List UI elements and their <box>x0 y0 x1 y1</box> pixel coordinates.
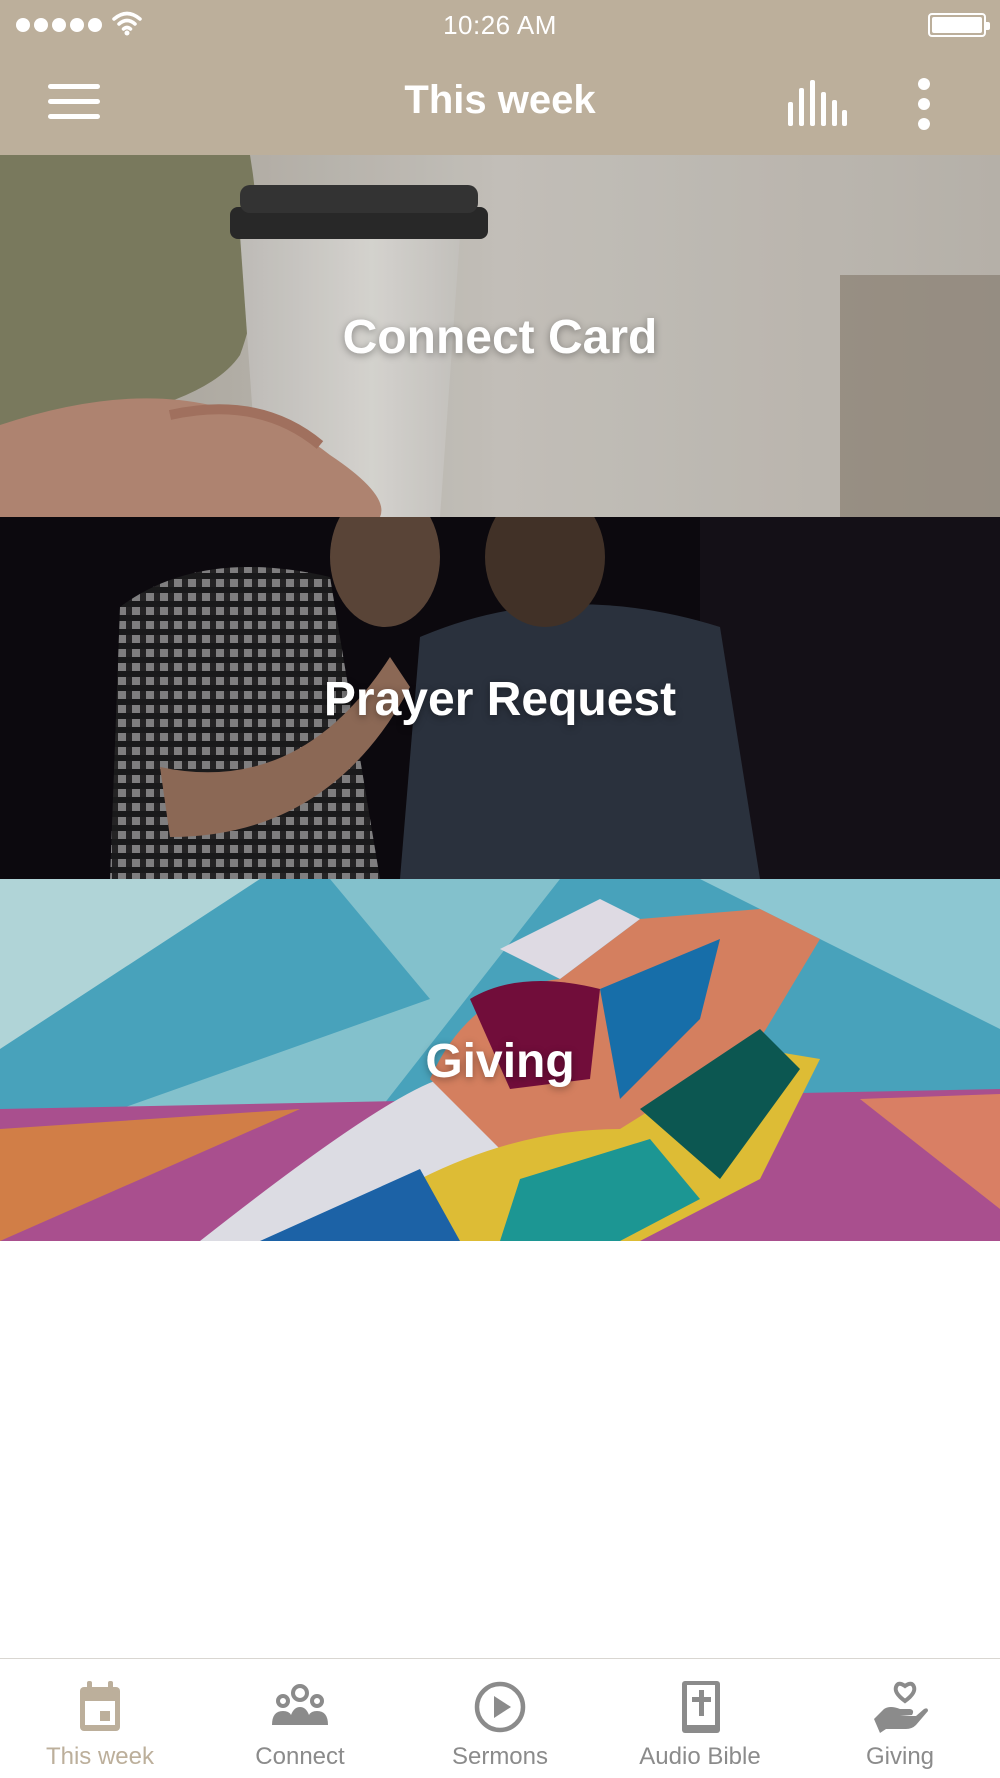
prayer-request-tile[interactable]: Prayer Request <box>0 517 1000 879</box>
app-bar: This week <box>0 50 1000 155</box>
top-bar: 10:26 AM This week <box>0 0 1000 155</box>
tab-audio-bible[interactable]: Audio Bible <box>600 1659 800 1778</box>
connect-card-tile[interactable]: Connect Card <box>0 155 1000 517</box>
tab-connect[interactable]: Connect <box>200 1659 400 1778</box>
people-group-icon <box>272 1684 328 1725</box>
card-label: Connect Card <box>342 311 658 364</box>
more-vertical-icon[interactable] <box>904 76 944 132</box>
tab-label: This week <box>45 1743 155 1770</box>
card-label: Giving <box>425 1035 575 1088</box>
hamburger-menu-icon[interactable] <box>40 72 106 132</box>
tab-label: Connect <box>255 1743 345 1770</box>
status-bar: 10:26 AM <box>0 0 1000 50</box>
bottom-tab-bar: This week Connect Sermons Audio Bible Gi… <box>0 1658 1000 1778</box>
calendar-icon <box>80 1681 120 1731</box>
bible-icon <box>682 1681 720 1733</box>
tab-label: Sermons <box>451 1743 549 1770</box>
tab-giving[interactable]: Giving <box>800 1659 1000 1778</box>
heart-hand-icon <box>874 1681 928 1733</box>
tab-label: Audio Bible <box>639 1743 761 1770</box>
giving-tile[interactable]: Giving <box>0 879 1000 1241</box>
tab-label: Giving <box>865 1743 935 1770</box>
battery-full-icon <box>928 13 990 37</box>
page-title: This week <box>404 78 596 122</box>
battery-level-fill <box>932 17 982 33</box>
tab-sermons[interactable]: Sermons <box>400 1659 600 1778</box>
tab-this-week[interactable]: This week <box>0 1659 200 1778</box>
audio-levels-icon[interactable] <box>784 78 848 128</box>
card-label: Prayer Request <box>323 673 677 726</box>
play-circle-icon <box>474 1681 526 1733</box>
status-time: 10:26 AM <box>443 10 557 40</box>
